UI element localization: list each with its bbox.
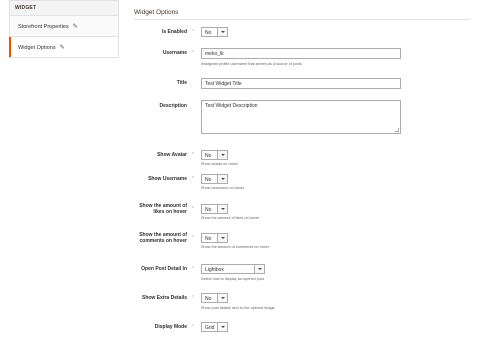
sidebar-header: WIDGET	[9, 0, 119, 16]
pencil-icon: ✎	[59, 45, 65, 51]
field-note: Select how to display an opened post	[201, 277, 264, 281]
field-note: Instagram profile username that serves a…	[201, 62, 302, 66]
required-mark: *	[192, 295, 194, 301]
show-username-select[interactable]: No	[201, 174, 228, 184]
field-note: Show post details next to the opened ima…	[201, 306, 275, 310]
chevron-down-icon	[217, 175, 227, 183]
required-mark: *	[192, 324, 194, 330]
chevron-down-icon	[217, 205, 227, 213]
chevron-down-icon	[217, 28, 227, 36]
textarea-value: Test Widget Description	[205, 103, 258, 109]
field-label: Open Post Detail In	[141, 266, 187, 272]
open-post-detail-select[interactable]: Lightbox	[201, 264, 265, 274]
select-value: No	[205, 207, 212, 213]
field-label: Title	[176, 80, 187, 86]
field-note: Show username on hover	[201, 186, 245, 190]
field-label: Show Avatar	[157, 152, 187, 158]
required-mark: *	[192, 176, 194, 182]
show-likes-select[interactable]: No	[201, 204, 228, 214]
show-extra-details-select[interactable]: No	[201, 293, 228, 303]
is-enabled-select[interactable]: No	[201, 27, 228, 37]
chevron-down-icon	[217, 323, 227, 331]
required-mark: *	[192, 206, 194, 212]
select-value: Grid	[205, 325, 215, 331]
required-mark: *	[192, 266, 194, 272]
display-mode-select[interactable]: Grid	[201, 322, 228, 332]
username-input[interactable]: meko_lk	[201, 48, 401, 59]
divider	[134, 19, 470, 20]
field-label: Show Username	[148, 176, 187, 182]
page-title: Widget Options	[134, 9, 179, 16]
description-textarea[interactable]: Test Widget Description	[201, 100, 401, 134]
select-value: No	[205, 177, 212, 183]
required-mark: *	[192, 235, 194, 241]
select-value: No	[205, 30, 212, 36]
pencil-icon: ✎	[72, 24, 78, 30]
chevron-down-icon	[217, 234, 227, 242]
sidebar-item-label: Widget Options	[18, 45, 56, 51]
show-comments-select[interactable]: No	[201, 233, 228, 243]
sidebar-item-widget-options[interactable]: Widget Options ✎	[9, 37, 119, 58]
resize-handle[interactable]	[395, 128, 399, 132]
sidebar-item-label: Storefront Properties	[18, 24, 69, 30]
required-mark: *	[192, 50, 194, 56]
required-mark: *	[192, 29, 194, 35]
chevron-down-icon	[217, 151, 227, 159]
field-note: Show the amount of comments on hover	[201, 245, 270, 249]
title-input[interactable]: Test Widget Title	[201, 78, 401, 89]
field-label: Show the amount of comments on hover	[139, 232, 187, 244]
chevron-down-icon	[217, 294, 227, 302]
field-note: Show the amount of likes on hover	[201, 216, 260, 220]
select-value: Lightbox	[205, 267, 224, 273]
sidebar-item-storefront-properties[interactable]: Storefront Properties ✎	[9, 16, 119, 37]
field-label: Show Extra Details	[141, 295, 187, 301]
required-mark: *	[192, 152, 194, 158]
select-value: No	[205, 153, 212, 159]
field-note: Show avatar on hover	[201, 162, 238, 166]
select-value: No	[205, 236, 212, 242]
field-label: Show the amount of likes on hover	[139, 203, 187, 215]
field-label: Display Mode	[154, 324, 187, 330]
field-label: Description	[159, 103, 187, 109]
field-label: Is Enabled	[161, 29, 187, 35]
chevron-down-icon	[254, 265, 264, 273]
field-label: Username	[162, 50, 187, 56]
select-value: No	[205, 296, 212, 302]
show-avatar-select[interactable]: No	[201, 150, 228, 160]
sidebar: WIDGET Storefront Properties ✎ Widget Opt…	[9, 0, 119, 64]
